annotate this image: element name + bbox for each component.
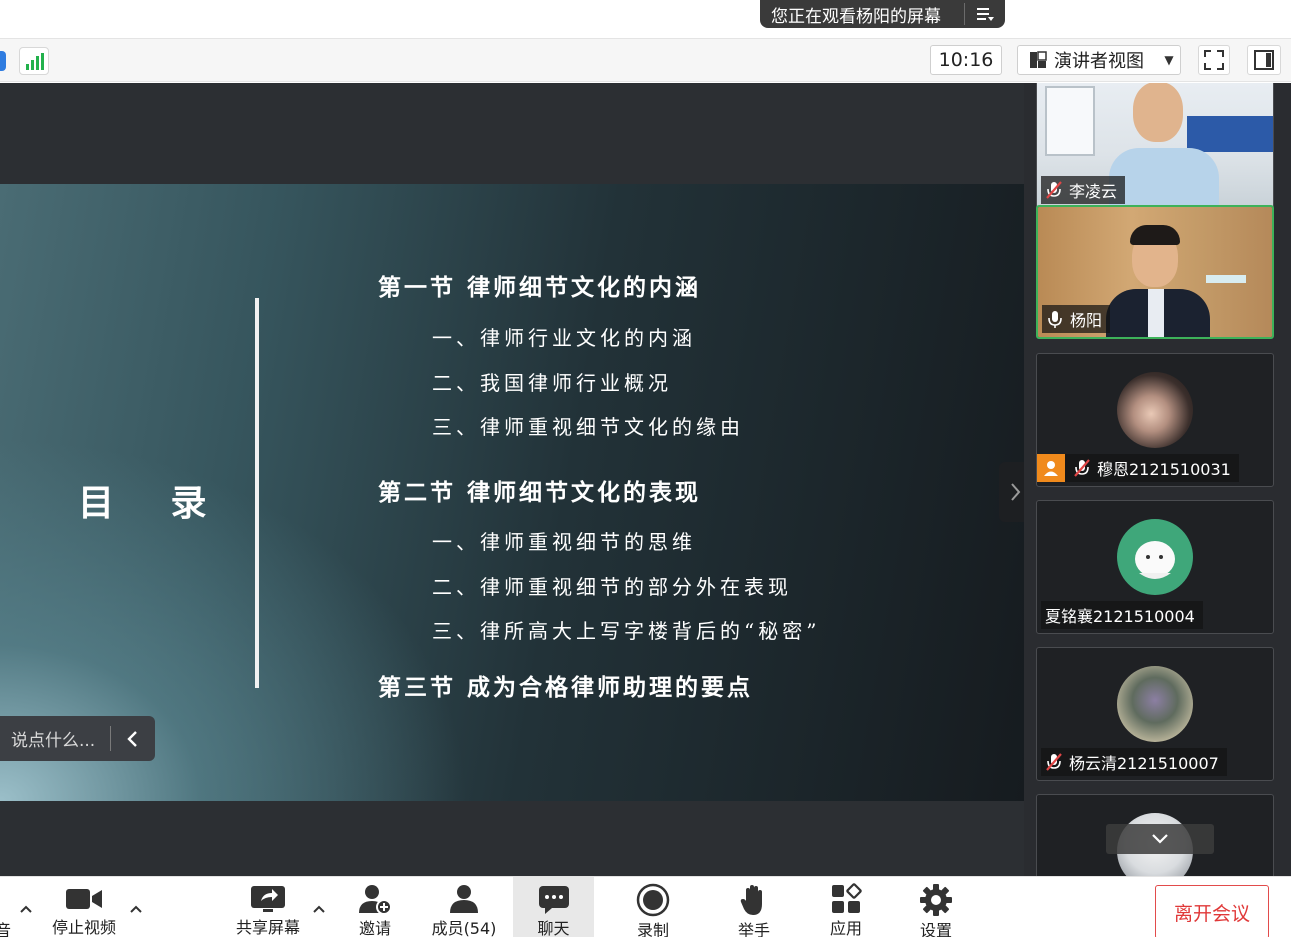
section-heading: 第二节 律师细节文化的表现	[378, 479, 702, 506]
participant-name-tag: 杨云清2121510007	[1041, 748, 1227, 776]
participant-name-tag: 穆恩2121510031	[1037, 454, 1239, 482]
participant-name: 杨阳	[1070, 311, 1103, 330]
participant-name: 穆恩2121510031	[1097, 460, 1231, 479]
record-button[interactable]: 录制	[626, 877, 680, 937]
avatar	[1117, 666, 1193, 742]
video-camera-icon	[65, 883, 103, 914]
office-furniture	[1187, 116, 1273, 152]
person-face	[1133, 83, 1183, 142]
user-avatar-icon	[1037, 454, 1065, 482]
chat-label: 聊天	[537, 919, 570, 937]
participant-name-tag: 杨阳	[1042, 305, 1111, 333]
members-label: 成员(54)	[431, 919, 497, 937]
raise-hand-label: 举手	[737, 921, 770, 937]
mic-muted-icon	[1074, 459, 1090, 477]
section-item: 二、我国律师行业概况	[432, 371, 672, 395]
shared-screen-area: 目 录 第一节 律师细节文化的内涵 一、律师行业文化的内涵 二、我国律师行业概况…	[0, 83, 1033, 876]
fullscreen-icon[interactable]	[1198, 45, 1230, 75]
participant-name: 杨云清2121510007	[1069, 754, 1219, 773]
participant-video-tile[interactable]: 穆恩2121510031	[1036, 353, 1274, 487]
mic-muted-icon	[1046, 753, 1062, 771]
apps-grid-icon	[830, 883, 862, 915]
leave-meeting-button[interactable]: 离开会议	[1155, 885, 1269, 937]
meeting-toolbar: 10:16 演讲者视图 ▼	[0, 38, 1291, 82]
chat-input-placeholder[interactable]: 说点什么...	[0, 726, 110, 751]
apps-label: 应用	[829, 919, 862, 937]
presentation-slide: 目 录 第一节 律师细节文化的内涵 一、律师行业文化的内涵 二、我国律师行业概况…	[0, 184, 1024, 801]
share-screen-button[interactable]: 共享屏幕	[232, 877, 304, 937]
person-shirt	[1148, 289, 1164, 337]
chevron-down-icon	[1152, 834, 1168, 844]
section-heading: 第三节 成为合格律师助理的要点	[378, 674, 754, 701]
chat-button[interactable]: 聊天	[513, 877, 594, 937]
invite-label: 邀请	[358, 919, 391, 937]
chevron-down-icon: ▼	[1164, 53, 1174, 67]
share-screen-label: 共享屏幕	[235, 918, 300, 937]
audio-options-caret[interactable]	[16, 899, 36, 919]
participant-name: 夏铭襄2121510004	[1045, 607, 1195, 626]
participant-video-tile[interactable]: 杨云清2121510007	[1036, 647, 1274, 781]
record-label: 录制	[636, 921, 669, 937]
meeting-control-bar: 音 停止视频 共享屏幕 邀请 成员(54) 聊天 录制 举手 应用 设置 离开会…	[0, 876, 1291, 937]
participant-video-tile[interactable]: 夏铭襄2121510004	[1036, 500, 1274, 634]
view-mode-dropdown[interactable]: 演讲者视图 ▼	[1017, 45, 1181, 75]
avatar	[1117, 519, 1193, 595]
apps-button[interactable]: 应用	[820, 877, 872, 937]
meeting-window: 您正在观看杨阳的屏幕 10:16 演讲者视图 ▼ 目 录 第一节 律师细节文化的…	[0, 0, 1291, 937]
section-item: 一、律师行业文化的内涵	[432, 326, 696, 350]
participants-video-panel: 李凌云 杨阳 穆恩2121510031 夏铭襄2121510004 杨云清212…	[1024, 83, 1291, 876]
invite-button[interactable]: 邀请	[350, 877, 400, 937]
settings-button[interactable]: 设置	[910, 877, 962, 937]
network-signal-icon[interactable]	[19, 47, 49, 75]
participant-name-tag: 夏铭襄2121510004	[1041, 601, 1203, 629]
viewing-screen-banner: 您正在观看杨阳的屏幕	[760, 0, 1005, 28]
person-shirt	[1109, 148, 1219, 208]
section-item: 三、律所高大上写字楼背后的“秘密”	[432, 619, 821, 643]
participant-name: 李凌云	[1069, 182, 1118, 201]
chat-quick-input[interactable]: 说点什么...	[0, 716, 155, 761]
chevron-left-icon[interactable]	[111, 730, 155, 748]
section-item: 三、律师重视细节文化的缘由	[432, 415, 744, 439]
stop-video-button[interactable]: 停止视频	[46, 877, 122, 937]
slide-title: 目 录	[78, 482, 229, 524]
avatar	[1117, 372, 1193, 448]
mute-audio-button[interactable]: 音	[0, 877, 12, 937]
mic-muted-icon	[1046, 181, 1062, 199]
viewing-screen-text: 您正在观看杨阳的屏幕	[771, 6, 941, 27]
video-options-caret[interactable]	[126, 899, 146, 919]
meeting-timer: 10:16	[930, 45, 1002, 75]
chat-bubble-icon	[537, 883, 571, 915]
view-mode-label: 演讲者视图	[1054, 51, 1144, 72]
gear-icon	[919, 883, 953, 917]
members-button[interactable]: 成员(54)	[428, 877, 500, 937]
section-item: 一、律师重视细节的思维	[432, 530, 696, 554]
person-hair	[1130, 225, 1180, 245]
scroll-down-button[interactable]	[1106, 824, 1214, 854]
sidebar-toggle-icon[interactable]	[1247, 45, 1281, 75]
slide-divider-line	[255, 298, 259, 688]
stop-video-label: 停止视频	[51, 918, 116, 937]
hand-icon	[739, 883, 769, 917]
settings-label: 设置	[919, 921, 952, 937]
mic-on-icon	[1048, 311, 1062, 328]
audio-label: 音	[0, 921, 11, 937]
participant-name-tag: 李凌云	[1041, 176, 1126, 204]
record-icon	[636, 883, 670, 917]
shield-icon[interactable]	[0, 51, 6, 71]
members-icon	[447, 883, 481, 915]
banner-menu-icon[interactable]	[965, 0, 1005, 28]
share-screen-icon	[249, 883, 287, 914]
window-background	[1045, 86, 1095, 156]
raise-hand-button[interactable]: 举手	[727, 877, 781, 937]
section-heading: 第一节 律师细节文化的内涵	[378, 274, 702, 301]
chevron-right-icon	[1011, 483, 1021, 501]
section-item: 二、律师重视细节的部分外在表现	[432, 575, 792, 599]
share-options-caret[interactable]	[309, 899, 329, 919]
participant-video-tile[interactable]: 李凌云	[1036, 83, 1274, 209]
add-user-icon	[357, 883, 393, 915]
participant-video-tile-active[interactable]: 杨阳	[1036, 205, 1274, 339]
speaker-view-icon	[1030, 51, 1047, 68]
wall-switch	[1206, 275, 1246, 283]
